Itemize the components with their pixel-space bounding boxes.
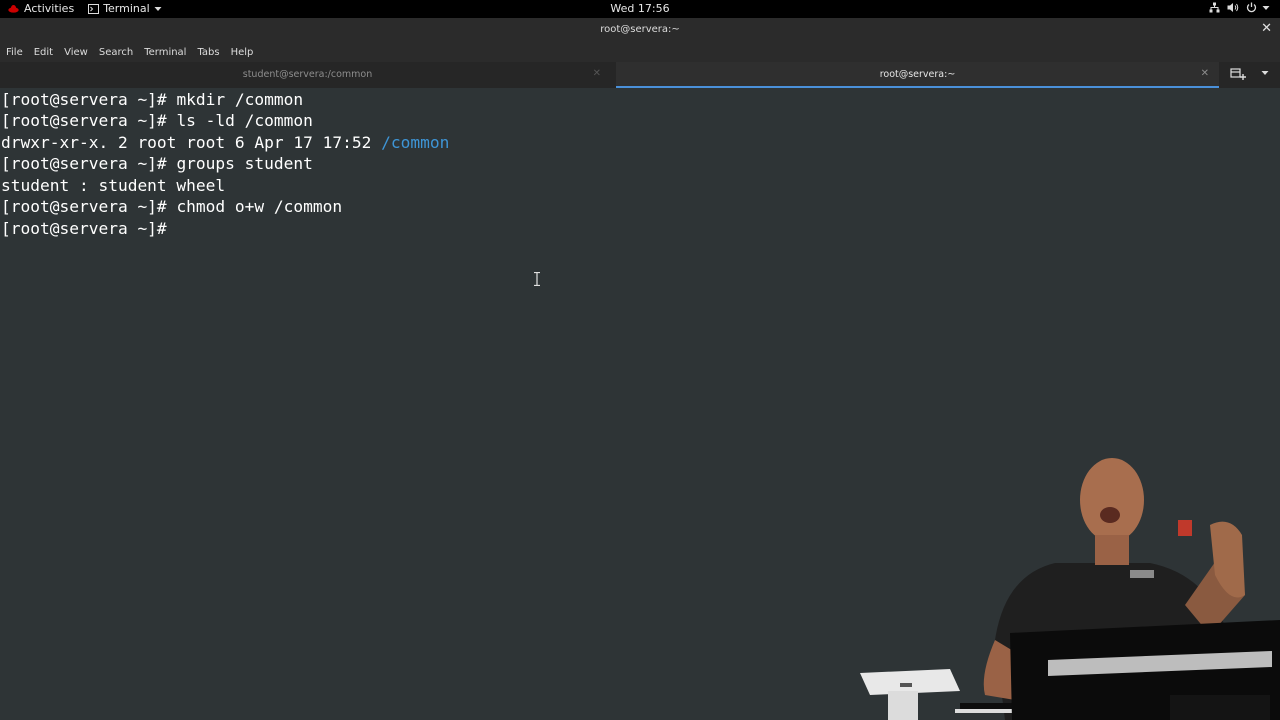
terminal-line: [root@servera ~]# groups student xyxy=(1,153,313,174)
prompt: [root@servera ~]# xyxy=(1,111,177,130)
activities-button[interactable]: Activities xyxy=(8,2,74,15)
terminal-line: [root@servera ~]# xyxy=(1,218,176,239)
window-close-icon[interactable]: ✕ xyxy=(1261,21,1272,36)
tab-student-common[interactable]: student@servera:/common ✕ xyxy=(0,62,615,88)
top-bar: Activities Terminal Wed 17:56 xyxy=(0,0,1280,18)
terminal-line: student : student wheel xyxy=(1,175,225,196)
tab-label: student@servera:/common xyxy=(242,69,373,80)
redhat-logo-icon xyxy=(8,5,19,13)
prompt: [root@servera ~]# xyxy=(1,90,177,109)
command: mkdir /common xyxy=(176,90,304,109)
system-menu[interactable] xyxy=(1209,2,1270,13)
prompt: [root@servera ~]# xyxy=(1,218,177,238)
tab-close-icon[interactable]: ✕ xyxy=(593,68,601,79)
terminal-line: [root@servera ~]# ls -ld /common xyxy=(1,110,313,131)
menu-tabs[interactable]: Tabs xyxy=(197,47,219,58)
window-title-bar[interactable]: root@servera:~ ✕ xyxy=(0,18,1280,42)
command: chmod o+w /common xyxy=(176,197,343,216)
terminal-icon xyxy=(88,3,100,14)
menu-help[interactable]: Help xyxy=(231,47,254,58)
volume-icon xyxy=(1227,3,1239,12)
tab-bar: student@servera:/common ✕ root@servera:~… xyxy=(0,62,1280,88)
power-icon xyxy=(1246,2,1257,13)
menu-view[interactable]: View xyxy=(64,47,88,58)
text-cursor-icon xyxy=(534,272,540,286)
app-menu-terminal[interactable]: Terminal xyxy=(88,2,162,15)
menu-file[interactable]: File xyxy=(6,47,23,58)
tab-label: root@servera:~ xyxy=(879,69,956,80)
network-icon xyxy=(1209,2,1220,13)
tab-close-icon[interactable]: ✕ xyxy=(1201,68,1209,79)
activities-label: Activities xyxy=(24,2,75,15)
terminal-line: [root@servera ~]# chmod o+w /common xyxy=(1,196,342,217)
directory-name: /common xyxy=(381,132,450,152)
prompt: [root@servera ~]# xyxy=(1,197,177,216)
command: groups student xyxy=(176,154,313,173)
command: ls -ld /common xyxy=(176,111,313,130)
window-title: root@servera:~ xyxy=(600,24,680,35)
output-text: student : student wheel xyxy=(1,175,226,195)
presenter-video-overlay xyxy=(860,458,1280,720)
terminal-line: drwxr-xr-x. 2 root root 6 Apr 17 17:52 /… xyxy=(1,132,449,153)
new-tab-icon[interactable] xyxy=(1230,68,1248,82)
app-name-label: Terminal xyxy=(103,2,150,15)
tab-root-home[interactable]: root@servera:~ ✕ xyxy=(616,62,1219,88)
menu-edit[interactable]: Edit xyxy=(34,47,53,58)
chevron-down-icon xyxy=(154,6,162,11)
clock[interactable]: Wed 17:56 xyxy=(610,2,669,15)
tab-menu-chevron-down-icon[interactable] xyxy=(1261,70,1269,76)
output-text: drwxr-xr-x. 2 root root 6 Apr 17 17:52 xyxy=(1,132,382,152)
chevron-down-icon xyxy=(1262,5,1270,10)
menu-terminal[interactable]: Terminal xyxy=(144,47,186,58)
prompt: [root@servera ~]# xyxy=(1,154,177,173)
terminal-line: [root@servera ~]# mkdir /common xyxy=(1,89,303,110)
menu-bar: File Edit View Search Terminal Tabs Help xyxy=(0,42,1280,62)
menu-search[interactable]: Search xyxy=(99,47,133,58)
